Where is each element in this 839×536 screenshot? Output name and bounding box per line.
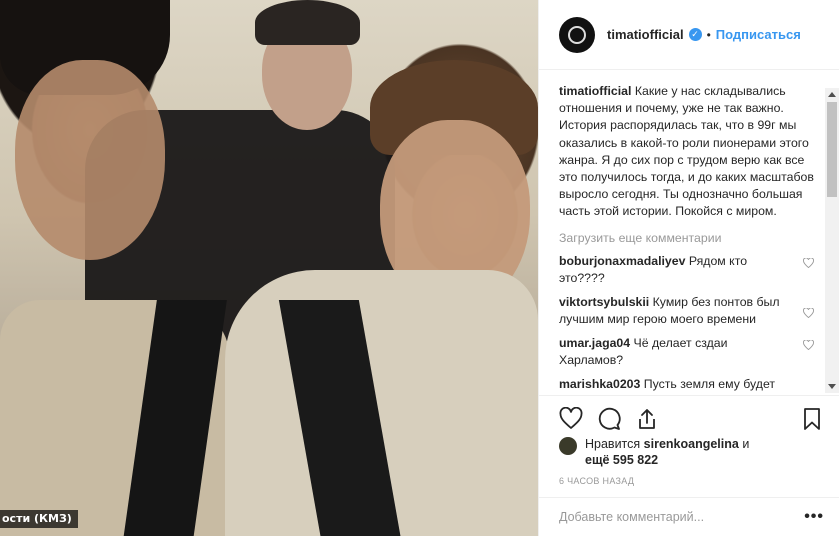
load-more-comments-link[interactable]: Загрузить еще комментарии xyxy=(559,231,826,245)
avatar[interactable] xyxy=(559,16,595,53)
follow-button[interactable]: Подписаться xyxy=(716,27,801,42)
scrollbar-thumb[interactable] xyxy=(827,102,837,197)
header-username[interactable]: timatiofficial xyxy=(607,27,684,42)
scroll-down-arrow-icon[interactable] xyxy=(828,384,836,389)
more-options-icon[interactable]: ••• xyxy=(804,508,824,526)
comment-username[interactable]: umar.jaga04 xyxy=(559,336,630,350)
photo-watermark: ости (КМЗ) xyxy=(0,510,78,528)
verified-badge-icon: ✓ xyxy=(688,28,702,41)
list-item: boburjonaxmadaliyev Рядом кто это???? xyxy=(559,253,826,287)
list-item: viktortsybulskii Кумир без понтов был лу… xyxy=(559,294,826,328)
add-comment-bar: ••• xyxy=(539,497,839,536)
avatar-logo xyxy=(568,25,586,44)
post-timestamp[interactable]: 6 ЧАСОВ НАЗАД xyxy=(559,476,634,486)
heart-icon[interactable] xyxy=(559,406,583,431)
heart-icon[interactable] xyxy=(803,307,814,318)
scroll-up-arrow-icon[interactable] xyxy=(828,92,836,97)
likes-count[interactable]: ещё 595 822 xyxy=(585,453,658,467)
likes-summary: Нравится sirenkoangelina и ещё 595 822 xyxy=(559,436,829,468)
comments-scrollbar[interactable] xyxy=(825,88,839,393)
comments-list[interactable]: timatiofficial Какие у нас складывались … xyxy=(539,71,826,391)
likes-prefix: Нравится xyxy=(585,437,641,451)
list-item: marishka0203 Пусть земля ему будет xyxy=(559,376,826,391)
comment-text: Пусть земля ему будет xyxy=(643,376,776,391)
action-bar xyxy=(539,395,839,441)
list-item: umar.jaga04 Чё делает сздаи Харламов? xyxy=(559,335,826,369)
heart-icon[interactable] xyxy=(803,257,814,268)
bookmark-icon[interactable] xyxy=(800,407,824,431)
likes-middle: и xyxy=(742,437,750,451)
comment-username[interactable]: viktortsybulskii xyxy=(559,295,649,309)
separator-dot: • xyxy=(706,27,711,42)
caption-username[interactable]: timatiofficial xyxy=(559,84,631,98)
avatar[interactable] xyxy=(559,437,577,455)
likes-user[interactable]: sirenkoangelina xyxy=(644,437,739,451)
comment-icon[interactable] xyxy=(597,407,621,431)
heart-icon[interactable] xyxy=(803,339,814,350)
post-header: timatiofficial ✓ • Подписаться xyxy=(539,0,839,70)
photo-region xyxy=(15,60,165,260)
post-sidebar: timatiofficial ✓ • Подписаться timatioff… xyxy=(538,0,839,536)
comment-username[interactable]: boburjonaxmadaliyev xyxy=(559,254,685,268)
comment-input[interactable] xyxy=(559,510,805,524)
post-photo[interactable]: ости (КМЗ) xyxy=(0,0,538,536)
likes-text: Нравится sirenkoangelina и ещё 595 822 xyxy=(585,436,749,468)
caption-text: Какие у нас складывались отношения и поч… xyxy=(559,84,814,219)
comment-username[interactable]: marishka0203 xyxy=(559,377,640,391)
share-icon[interactable] xyxy=(635,407,659,431)
photo-region xyxy=(255,0,360,45)
post-caption: timatiofficial Какие у нас складывались … xyxy=(559,83,826,221)
